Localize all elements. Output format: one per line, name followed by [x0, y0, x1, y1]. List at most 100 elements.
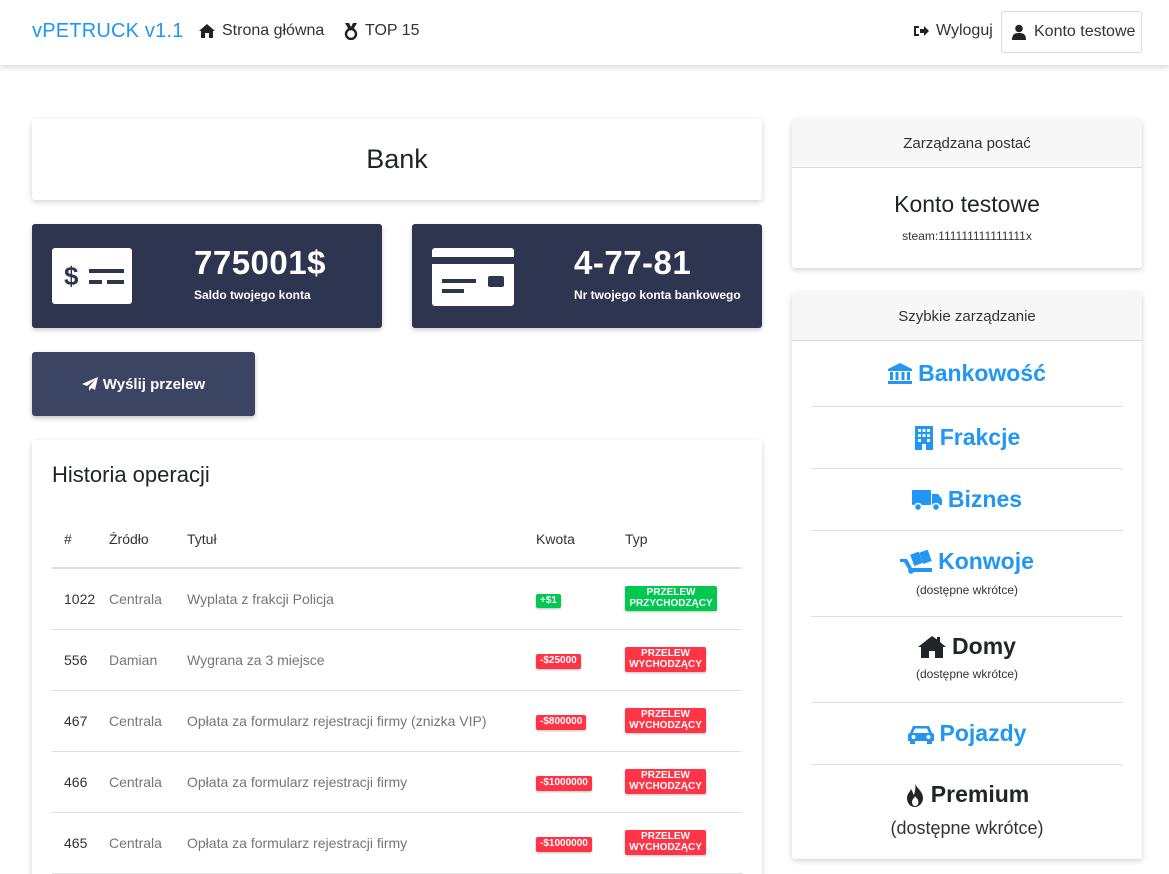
history-table: # Źródło Tytuł Kwota Typ 1022 Centrala Wyp… [52, 510, 742, 874]
type-badge: PRZELEW WYCHODZĄCY [625, 830, 706, 855]
quick-item-label: Pojazdy [939, 720, 1027, 746]
nav-top-link[interactable]: TOP 15 [343, 22, 420, 40]
quick-item-premium[interactable]: Premium (dostępne wkrótce) [811, 765, 1123, 859]
sign-out-icon [914, 26, 929, 36]
row-source: Centrala [109, 690, 187, 752]
quick-item-bankowosc[interactable]: Bankowość [811, 341, 1123, 407]
nav-top-label: TOP 15 [365, 22, 420, 39]
quick-management-card: Szybkie zarządzanie Bankowość Frakcje Bi… [792, 292, 1142, 859]
amount-badge: -$800000 [536, 715, 587, 730]
column-header-type: Typ [625, 510, 742, 569]
quick-item-label: Domy [952, 633, 1016, 659]
type-badge: PRZELEW WYCHODZĄCY [625, 708, 706, 733]
row-type-cell: PRZELEW WYCHODZĄCY [625, 751, 742, 813]
amount-badge: -$25000 [536, 654, 581, 669]
row-source: Centrala [109, 568, 187, 630]
home-icon [199, 24, 215, 38]
quick-item-frakcje[interactable]: Frakcje [811, 407, 1123, 469]
account-number-label: Nr twojego konta bankowego [574, 288, 741, 302]
column-header-amount: Kwota [536, 510, 625, 569]
quick-item-sub: (dostępne wkrótce) [915, 666, 1019, 681]
table-row: 1022 Centrala Wyplata z frakcji Policja +$1… [52, 568, 742, 630]
user-icon [1012, 24, 1026, 40]
row-title: Opłata za formularz rejestracji firmy (z… [187, 690, 536, 752]
row-type-cell: PRZELEW WYCHODZĄCY [625, 690, 742, 752]
quick-item-sub: (dostępne wkrótce) [890, 817, 1044, 838]
paper-plane-icon [81, 376, 98, 391]
managed-character-card: Zarządzana postać Konto testowe steam:11… [792, 119, 1142, 268]
row-amount-cell: +$1 [536, 568, 625, 630]
row-type-cell: PRZELEW WYCHODZĄCY [625, 812, 742, 874]
table-row: 465 Centrala Opłata za formularz rejestrac… [52, 812, 742, 874]
type-badge-line1: PRZELEW [641, 709, 690, 720]
row-id: 467 [52, 690, 109, 752]
history-title: Historia operacji [52, 462, 210, 487]
quick-item-label: Biznes [947, 486, 1023, 512]
account-button[interactable]: Konto testowe [1001, 11, 1142, 53]
quick-item-pojazdy[interactable]: Pojazdy [811, 703, 1123, 765]
type-badge-line2: PRZYCHODZĄCY [629, 597, 713, 609]
quick-item-label: Konwoje [938, 548, 1034, 574]
row-id: 556 [52, 629, 109, 691]
row-type-cell: PRZELEW WYCHODZĄCY [625, 629, 742, 691]
type-badge: PRZELEW WYCHODZĄCY [625, 647, 706, 672]
type-badge-line1: PRZELEW [641, 648, 690, 659]
row-source: Centrala [109, 751, 187, 813]
account-number-value: 4-77-81 [574, 244, 692, 281]
balance-value: 775001$ [194, 244, 326, 281]
bank-title-card: Bank [32, 119, 762, 200]
amount-badge: +$1 [536, 593, 561, 608]
row-amount-cell: -$1000000 [536, 812, 625, 874]
logout-link[interactable]: Wyloguj [913, 22, 993, 40]
nav-home-link[interactable]: Strona główna [198, 22, 324, 40]
brand-link[interactable]: vPETRUCK v1.1 [32, 20, 184, 43]
row-type-cell: PRZELEW PRZYCHODZĄCY [625, 568, 742, 630]
send-transfer-label: Wyślij przelew [102, 375, 206, 393]
table-header-row: # Źródło Tytuł Kwota Typ [52, 510, 742, 569]
car-icon [907, 725, 934, 744]
logout-label: Wyloguj [936, 22, 993, 39]
amount-badge: -$1000000 [536, 776, 592, 791]
balance-label: Saldo twojego konta [194, 288, 311, 302]
row-amount-cell: -$25000 [536, 629, 625, 691]
managed-header: Zarządzana postać [792, 119, 1142, 168]
row-source: Centrala [109, 812, 187, 874]
row-id: 466 [52, 751, 109, 813]
column-header-id: # [52, 510, 109, 569]
quick-item-konwoje[interactable]: Konwoje (dostępne wkrótce) [811, 531, 1123, 617]
row-title: Opłata za formularz rejestracji firmy [187, 812, 536, 874]
row-amount-cell: -$1000000 [536, 751, 625, 813]
quick-item-biznes[interactable]: Biznes [811, 469, 1123, 531]
row-title: Opłata za formularz rejestracji firmy [187, 751, 536, 813]
type-badge: PRZELEW WYCHODZĄCY [625, 769, 706, 794]
row-source: Damian [109, 629, 187, 691]
building-icon [914, 425, 933, 450]
home-icon [918, 635, 947, 658]
account-label: Konto testowe [1034, 23, 1136, 40]
column-header-source: Źródło [109, 510, 187, 569]
type-badge-line1: PRZELEW [641, 770, 690, 781]
svg-text:$: $ [64, 261, 79, 291]
navbar: vPETRUCK v1.1 Strona główna TOP 15 Wylog… [0, 0, 1169, 65]
type-badge-line2: WYCHODZĄCY [629, 780, 702, 792]
row-title: Wyplata z frakcji Policja [187, 568, 536, 630]
type-badge-line2: WYCHODZĄCY [629, 658, 702, 670]
credit-card-icon [432, 248, 514, 311]
quick-item-domy[interactable]: Domy (dostępne wkrótce) [811, 617, 1123, 703]
page-title: Bank [366, 144, 428, 174]
balance-card: $ 775001$ Saldo twojego konta [32, 224, 382, 328]
quick-item-label: Premium [930, 781, 1030, 807]
row-title: Wygrana za 3 miejsce [187, 629, 536, 691]
type-badge-line1: PRZELEW [641, 831, 690, 842]
table-row: 466 Centrala Opłata za formularz rejestrac… [52, 751, 742, 813]
managed-steam-id: steam:111111111111111x [902, 229, 1032, 243]
row-amount-cell: -$800000 [536, 690, 625, 752]
row-id: 465 [52, 812, 109, 874]
send-transfer-button[interactable]: Wyślij przelew [32, 352, 255, 416]
type-badge-line2: WYCHODZĄCY [629, 719, 702, 731]
quick-item-label: Bankowość [918, 360, 1046, 386]
medal-icon [344, 23, 358, 40]
quick-item-sub: (dostępne wkrótce) [915, 582, 1019, 597]
dolly-icon [900, 549, 933, 574]
type-badge-line2: WYCHODZĄCY [629, 841, 702, 853]
